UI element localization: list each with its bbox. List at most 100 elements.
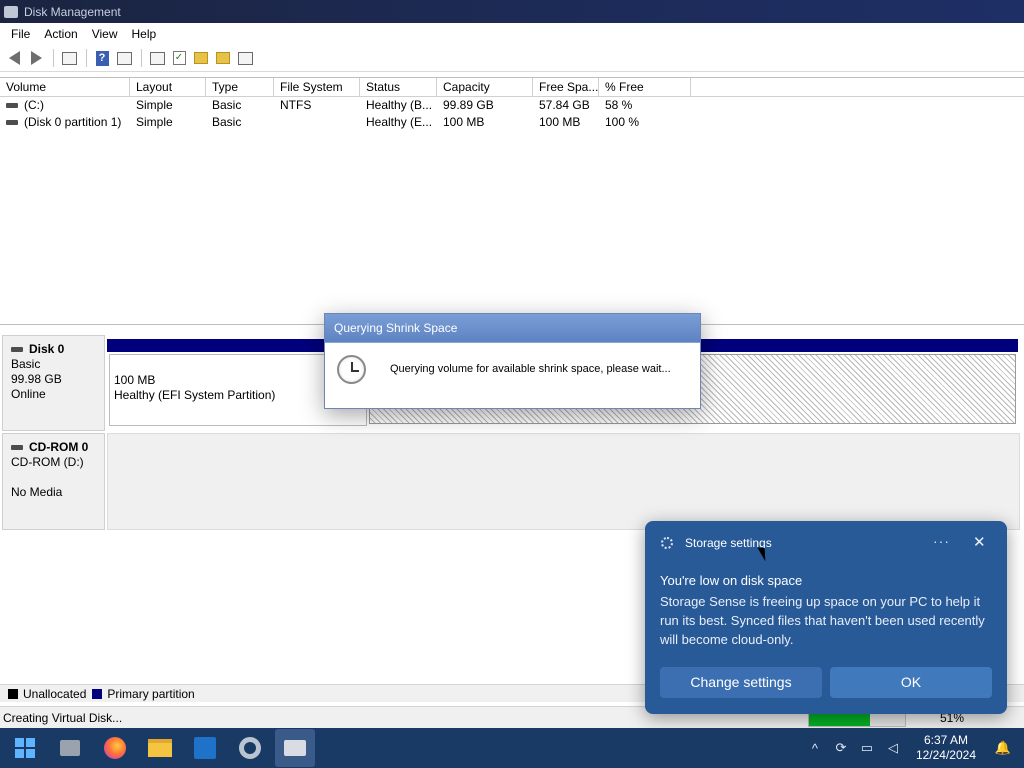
cell-file-system: NTFS [280,98,312,112]
toast-body: Storage Sense is freeing up space on you… [660,594,985,647]
task-view-icon [60,740,80,756]
sync-icon[interactable]: ⟳ [828,740,854,756]
toolbar-separator [86,49,87,67]
gear-icon [661,537,673,549]
volume-icon[interactable]: ◁ [880,740,906,756]
taskbar-time: 6:37 AM [923,733,968,747]
cell-layout: Simple [136,98,173,112]
column-file-system[interactable]: File System [274,78,360,96]
menu-view[interactable]: View [85,27,125,41]
disk0-state: Online [11,387,46,401]
window-title: Disk Management [24,4,121,19]
table-row[interactable]: (Disk 0 partition 1) Simple Basic Health… [0,114,1024,131]
column-type[interactable]: Type [206,78,274,96]
cell-volume: (C:) [0,97,130,114]
start-button[interactable] [5,729,45,767]
disk0-size: 99.98 GB [11,372,62,386]
column-layout[interactable]: Layout [130,78,206,96]
folder-up-button[interactable] [191,48,211,68]
drive-icon [6,120,18,126]
title-bar: Disk Management [0,0,1024,23]
taskbar-clock[interactable]: 6:37 AM 12/24/2024 [916,733,976,763]
cell-percent-free: 58 % [605,98,633,112]
disk-management-taskbar-button[interactable] [275,729,315,767]
ok-button[interactable]: OK [830,667,992,698]
disk-management-icon [284,740,306,756]
check-button[interactable]: ✓ [169,48,189,68]
task-view-button[interactable] [50,729,90,767]
cell-percent-free: 100 % [605,115,640,129]
check-icon: ✓ [172,51,186,65]
app-button[interactable] [185,729,225,767]
cell-capacity: 99.89 GB [443,98,494,112]
progress-bar [808,713,906,727]
settings-gear-icon [239,737,261,759]
firefox-button[interactable] [95,729,135,767]
table-row[interactable]: (C:) Simple Basic NTFS Healthy (B... 99.… [0,97,1024,114]
unallocated-swatch [8,688,18,699]
change-settings-button[interactable]: Change settings [660,667,822,698]
cell-file-system [274,114,360,131]
folder-open-button[interactable] [213,48,233,68]
cell-layout: Simple [136,115,173,129]
notification-bell-icon[interactable]: 🔔 [990,740,1016,756]
network-icon[interactable]: ▭ [854,740,880,756]
column-volume[interactable]: Volume [0,78,130,96]
list-icon [237,51,253,65]
toolbar-separator [141,49,142,67]
dialog-title[interactable]: Querying Shrink Space [325,314,700,342]
legend-unallocated: Unallocated [23,686,87,701]
querying-shrink-dialog: Querying Shrink Space Querying volume fo… [324,313,701,409]
rescan-button[interactable] [147,48,167,68]
back-icon [8,51,20,65]
disk0-label[interactable]: Disk 0 Basic 99.98 GB Online [2,335,105,431]
folder-icon [148,739,172,757]
cdrom0-name: CD-ROM 0 [29,440,89,454]
toast-header: Storage settings [661,536,772,550]
properties-button[interactable] [59,48,79,68]
menu-file[interactable]: File [4,27,37,41]
refresh-icon [116,51,132,65]
column-percent-free[interactable]: % Free [599,78,691,96]
cdrom-icon [11,445,23,451]
cell-volume-text: (Disk 0 partition 1) [24,115,122,129]
file-explorer-button[interactable] [140,729,180,767]
status-text: Creating Virtual Disk... [3,711,123,725]
menu-bar: File Action View Help [0,23,1024,45]
volume-list-header: Volume Layout Type File System Status Ca… [0,78,1024,97]
menu-help[interactable]: Help [125,27,164,41]
forward-button[interactable] [26,48,46,68]
settings-button[interactable] [230,729,270,767]
storage-toast: Storage settings ··· ✕ You're low on dis… [645,521,1007,714]
cell-free-space: 100 MB [539,115,581,129]
folder-up-icon [194,52,208,64]
toolbar-separator [53,49,54,67]
column-free-space[interactable]: Free Spa... [533,78,599,96]
menu-action[interactable]: Action [37,27,84,41]
app-icon [194,737,216,759]
help-button[interactable]: ? [92,48,112,68]
column-capacity[interactable]: Capacity [437,78,533,96]
cdrom0-type: CD-ROM (D:) [11,455,84,469]
close-icon[interactable]: ✕ [973,533,986,551]
chevron-up-icon[interactable]: ^ [802,741,828,756]
system-tray: ^ ⟳ ▭ ◁ 6:37 AM 12/24/2024 🔔 [802,728,1024,768]
cdrom0-label[interactable]: CD-ROM 0 CD-ROM (D:) No Media [2,433,105,530]
taskbar: ^ ⟳ ▭ ◁ 6:37 AM 12/24/2024 🔔 [0,728,1024,768]
taskbar-date: 12/24/2024 [915,748,976,762]
primary-swatch [92,688,103,699]
dialog-body: Querying volume for available shrink spa… [325,342,700,408]
volume-list: Volume Layout Type File System Status Ca… [0,77,1024,325]
cell-status: Healthy (B... [366,98,433,112]
cdrom0-area[interactable] [107,433,1020,530]
cell-volume-text: (C:) [24,98,44,112]
list-view-button[interactable] [235,48,255,68]
rescan-icon [149,51,165,65]
back-button[interactable] [4,48,24,68]
forward-icon [30,51,42,65]
refresh-button[interactable] [114,48,134,68]
more-options-icon[interactable]: ··· [933,533,950,549]
column-status[interactable]: Status [360,78,437,96]
clock-icon [337,355,366,384]
disk0-type: Basic [11,357,41,371]
